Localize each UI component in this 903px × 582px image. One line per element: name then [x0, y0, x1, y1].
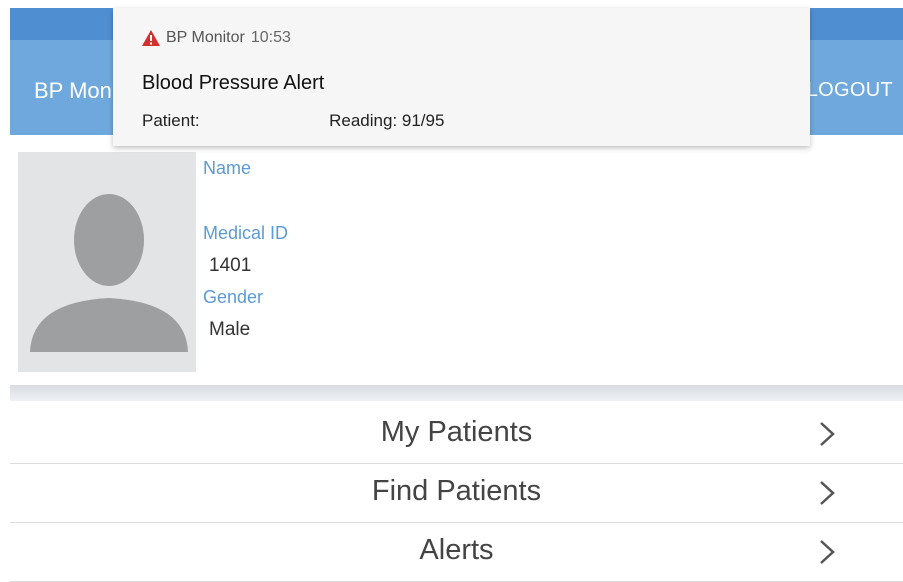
alert-notification[interactable]: BP Monitor 10:53 Blood Pressure Alert Pa… — [113, 8, 810, 146]
medical-id-value: 1401 — [209, 255, 252, 276]
chevron-right-icon — [818, 420, 836, 448]
person-icon — [30, 194, 188, 352]
notification-time: 10:53 — [250, 29, 291, 46]
medical-id-label: Medical ID — [203, 223, 289, 243]
notification-patient-label: Patient: — [142, 111, 200, 130]
notification-header: BP Monitor 10:53 — [142, 29, 291, 47]
notification-app-name: BP Monitor — [166, 29, 245, 46]
menu-item-my-patients[interactable]: My Patients — [10, 404, 903, 464]
gender-value: Male — [209, 319, 251, 340]
notification-title: Blood Pressure Alert — [142, 72, 325, 94]
menu-item-label: Find Patients — [371, 475, 542, 507]
chevron-right-icon — [818, 538, 836, 566]
menu-item-label: Alerts — [419, 534, 494, 566]
avatar — [18, 152, 196, 372]
notification-body: Patient: Reading: 91/95 — [142, 111, 444, 131]
section-divider — [10, 385, 903, 401]
name-label: Name — [203, 158, 252, 178]
chevron-right-icon — [818, 479, 836, 507]
menu-item-find-patients[interactable]: Find Patients — [10, 463, 903, 523]
warning-icon — [142, 30, 160, 46]
notification-reading: Reading: 91/95 — [329, 111, 445, 130]
logout-button[interactable]: LOGOUT — [807, 79, 893, 102]
menu-item-alerts[interactable]: Alerts — [10, 522, 903, 582]
menu-item-label: My Patients — [380, 416, 533, 448]
gender-label: Gender — [203, 287, 264, 307]
